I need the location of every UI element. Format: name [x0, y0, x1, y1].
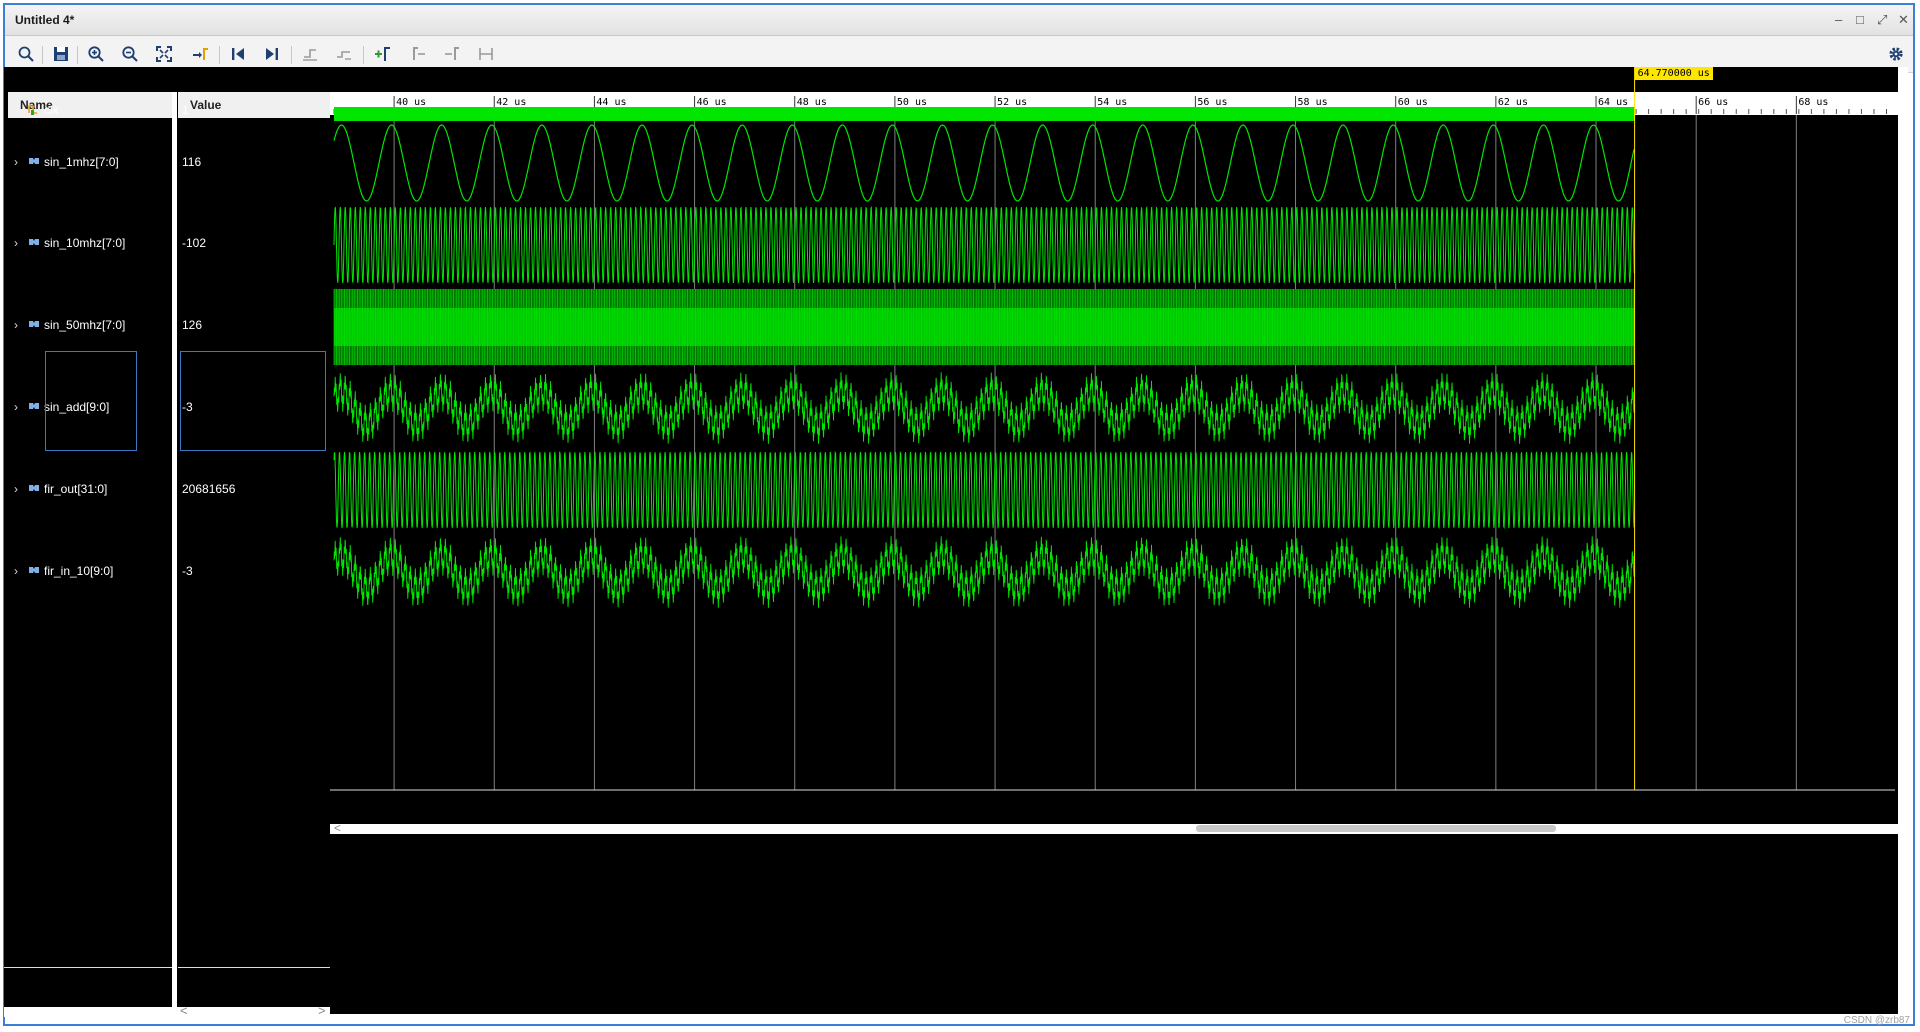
divider-line: [178, 967, 330, 968]
snap-icon[interactable]: [333, 44, 355, 64]
title-bar: Untitled 4* – □ ⤢ ✕: [5, 5, 1913, 36]
zoom-fit-icon[interactable]: [153, 44, 175, 64]
value-column-header[interactable]: Value: [178, 92, 330, 118]
bus-icon: [28, 155, 40, 169]
window-title: Untitled 4*: [15, 13, 75, 27]
divider-line: [4, 967, 172, 968]
ruler-tick-label: 56 us: [1197, 97, 1227, 108]
expand-chevron-icon[interactable]: ›: [14, 400, 18, 414]
float-button[interactable]: ⤢: [1877, 12, 1887, 28]
watermark: CSDN @zrb87: [1843, 1015, 1910, 1026]
search-icon[interactable]: [15, 44, 37, 64]
ruler-tick-label: 46 us: [697, 97, 727, 108]
bus-icon: [28, 236, 40, 250]
ruler-tick-label: 60 us: [1398, 97, 1428, 108]
signal-name: sin_10mhz[7:0]: [44, 236, 126, 250]
go-to-cursor-icon[interactable]: [189, 44, 211, 64]
ruler-tick-label: 42 us: [496, 97, 526, 108]
ruler-tick-label: 62 us: [1498, 97, 1528, 108]
sin-1mhz-waveform[interactable]: [333, 124, 1635, 202]
waveform-canvas[interactable]: 40 us 42 us 44 us 46 us 48 us 50 us 52 us 54 us…: [330, 67, 1898, 1014]
ruler-tick-label: 66 us: [1698, 97, 1728, 108]
signal-list-panel: Name Value clk 1 › sin_1mhz[7:0] 116 › sin_10m…: [4, 67, 330, 1018]
scroll-left-icon[interactable]: <: [180, 1003, 188, 1018]
signal-name: fir_out[31:0]: [44, 482, 108, 496]
sin-10mhz-waveform[interactable]: [333, 205, 1635, 285]
minimize-button[interactable]: –: [1835, 12, 1842, 27]
horizontal-scrollbar[interactable]: [4, 1007, 330, 1017]
add-marker-icon[interactable]: [371, 44, 393, 64]
clk-waveform[interactable]: [334, 107, 1635, 121]
scrollbar-thumb[interactable]: [1196, 825, 1556, 832]
bus-icon: [28, 400, 40, 414]
ruler-tick-label: 64 us: [1598, 97, 1628, 108]
ruler-tick-label: 52 us: [997, 97, 1027, 108]
ruler-tick-label: 44 us: [596, 97, 626, 108]
signal-name: sin_50mhz[7:0]: [44, 318, 126, 332]
restore-button[interactable]: □: [1856, 12, 1864, 27]
signal-value: 20681656: [182, 482, 236, 496]
signal-name: fir_in_10[9:0]: [44, 564, 114, 578]
zoom-out-icon[interactable]: [119, 44, 141, 64]
cursor-time-label[interactable]: 64.770000 us: [1634, 67, 1713, 80]
expand-chevron-icon[interactable]: ›: [14, 236, 18, 250]
next-marker-icon[interactable]: [441, 44, 463, 64]
next-transition-icon[interactable]: [261, 44, 283, 64]
ruler-tick-label: 54 us: [1097, 97, 1127, 108]
close-button[interactable]: ✕: [1898, 12, 1909, 28]
signal-value: 1: [182, 103, 189, 117]
marker-span-icon[interactable]: [475, 44, 497, 64]
settings-icon[interactable]: [1885, 44, 1907, 64]
sin-50mhz-waveform-lines: [333, 289, 1635, 365]
name-selection-box: [45, 351, 137, 451]
signal-name: sin_1mhz[7:0]: [44, 155, 119, 169]
signal-value: -102: [182, 236, 207, 250]
fir-out-waveform[interactable]: [333, 450, 1635, 530]
column-divider[interactable]: [172, 92, 177, 1007]
ruler-tick-label: 50 us: [897, 97, 927, 108]
bus-icon: [28, 482, 40, 496]
scroll-right-icon[interactable]: >: [318, 1003, 326, 1018]
save-icon[interactable]: [50, 44, 72, 64]
scroll-left-icon[interactable]: <: [334, 821, 341, 835]
fir-in-10-waveform[interactable]: [333, 536, 1635, 608]
swap-cursors-icon[interactable]: [299, 44, 321, 64]
ruler-tick-label: 58 us: [1298, 97, 1328, 108]
signal-value: 126: [182, 318, 203, 332]
signal-name: clk: [44, 103, 59, 117]
expand-chevron-icon[interactable]: ›: [14, 482, 18, 496]
expand-chevron-icon[interactable]: ›: [14, 564, 18, 578]
horizontal-scrollbar[interactable]: [330, 824, 1898, 834]
signal-value: 116: [182, 155, 202, 169]
sin-add-waveform[interactable]: [333, 372, 1635, 444]
vertical-scrollbar[interactable]: [1898, 67, 1908, 1014]
previous-transition-icon[interactable]: [227, 44, 249, 64]
ruler-tick-label: 40 us: [396, 97, 426, 108]
bit-signal-icon: [28, 103, 38, 118]
zoom-in-icon[interactable]: [85, 44, 107, 64]
ruler-tick-label: 68 us: [1798, 97, 1828, 108]
previous-marker-icon[interactable]: [407, 44, 429, 64]
value-selection-box: [180, 351, 326, 451]
expand-chevron-icon[interactable]: ›: [14, 318, 18, 332]
ruler-tick-label: 48 us: [797, 97, 827, 108]
expand-chevron-icon[interactable]: ›: [14, 155, 18, 169]
bus-icon: [28, 318, 40, 332]
signal-value: -3: [182, 564, 193, 578]
bus-icon: [28, 564, 40, 578]
